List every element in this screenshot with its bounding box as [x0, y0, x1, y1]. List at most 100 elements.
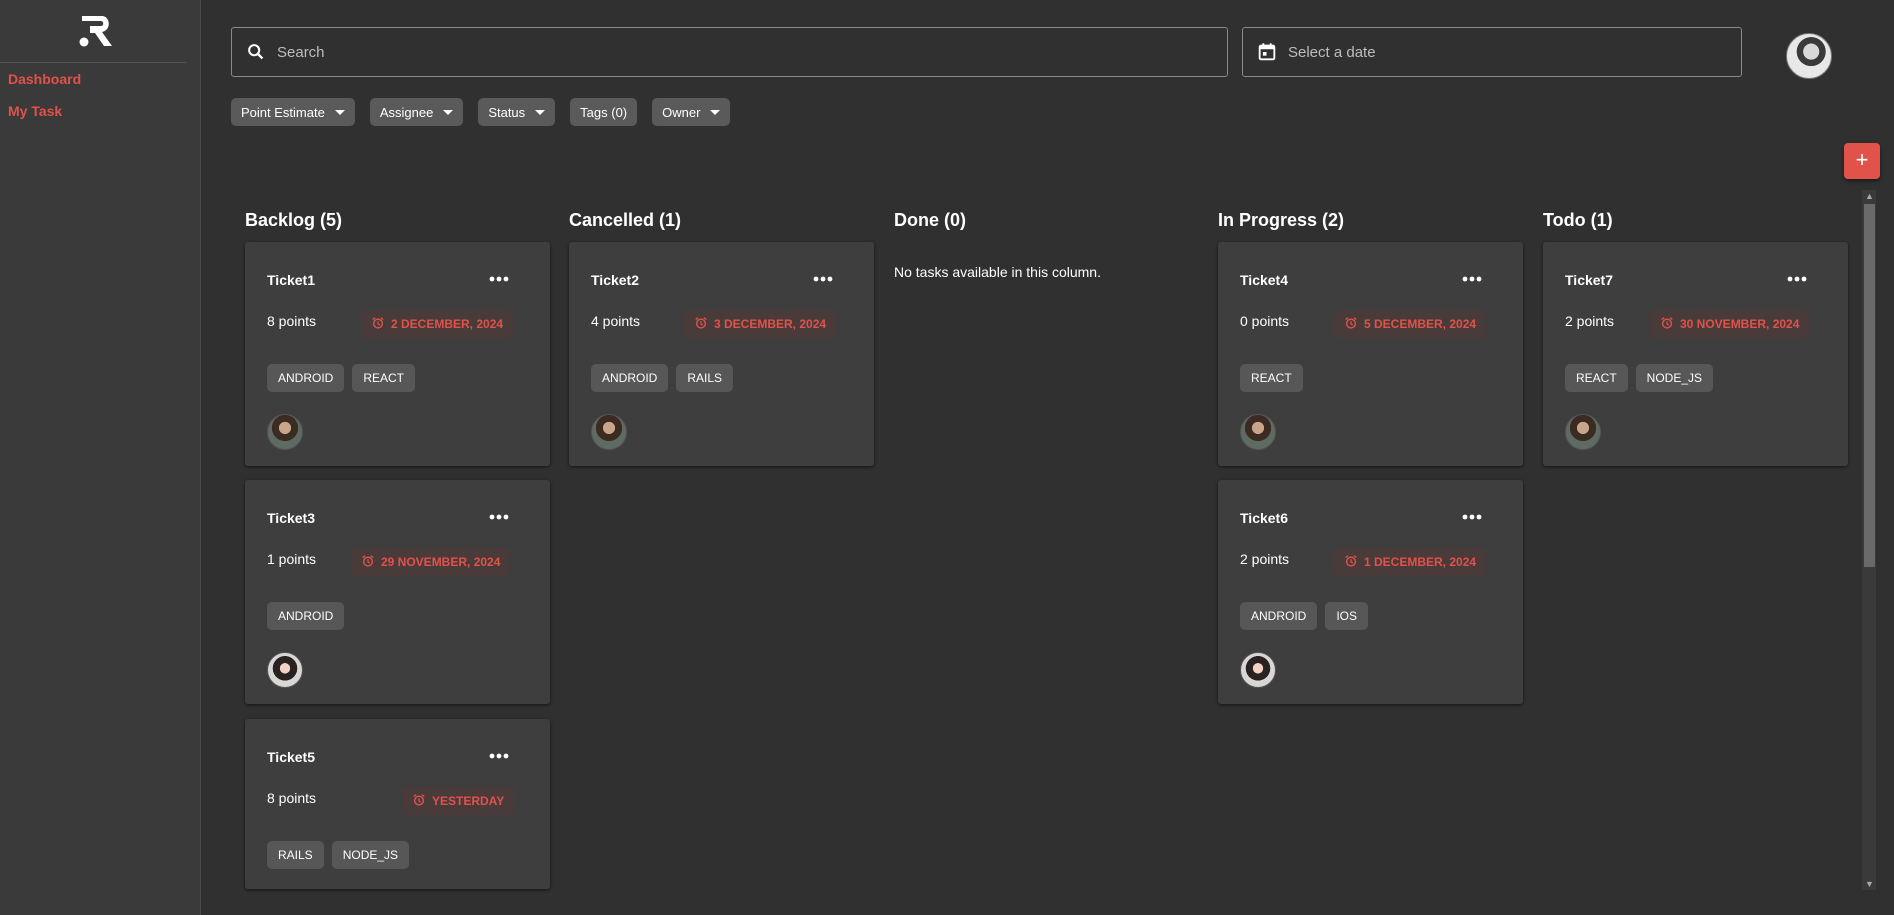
card-title: Ticket6 — [1240, 510, 1288, 526]
assignee-avatar[interactable] — [267, 414, 303, 450]
sidebar-item-dashboard[interactable]: Dashboard — [8, 71, 81, 87]
alarm-clock-icon — [1344, 316, 1358, 333]
more-options-icon[interactable] — [488, 747, 510, 759]
card-title: Ticket2 — [591, 272, 639, 288]
date-picker — [1242, 27, 1742, 77]
assignee-avatar[interactable] — [591, 414, 627, 450]
search-input[interactable] — [277, 28, 1173, 76]
card-points: 1 points — [267, 551, 317, 567]
tag-chip: ANDROID — [267, 602, 345, 630]
filter-label: Point Estimate — [241, 104, 325, 120]
more-options-icon[interactable] — [1461, 270, 1483, 282]
tag-chip: ANDROID — [267, 364, 345, 392]
tag-chip: REACT — [1565, 364, 1628, 392]
task-card[interactable]: Ticket5 8 points YESTERDAY RAILS NODE_JS — [245, 719, 550, 889]
add-task-button[interactable]: + — [1844, 143, 1880, 179]
filter-label: Status — [488, 104, 526, 120]
due-date-badge: 3 DECEMBER, 2024 — [684, 310, 837, 338]
tag-chip: NODE_JS — [1635, 364, 1714, 392]
card-tags: ANDROID IOS — [1240, 602, 1369, 630]
scroll-down-icon[interactable]: ▼ — [1865, 880, 1874, 889]
card-tags: ANDROID REACT — [267, 364, 416, 392]
more-options-icon[interactable] — [488, 270, 510, 282]
main-content: Point Estimate Assignee Status Tags (0) … — [202, 0, 1894, 915]
filter-status[interactable]: Status — [478, 98, 556, 126]
due-date-text: 29 NOVEMBER, 2024 — [381, 555, 501, 569]
app-logo-icon[interactable] — [76, 14, 114, 48]
more-options-icon[interactable] — [1461, 508, 1483, 520]
more-options-icon[interactable] — [1786, 270, 1808, 282]
card-points: 2 points — [1240, 551, 1290, 567]
card-title: Ticket1 — [267, 272, 315, 288]
filter-assignee[interactable]: Assignee — [369, 98, 464, 126]
card-points: 8 points — [267, 313, 317, 329]
due-date-text: 30 NOVEMBER, 2024 — [1680, 317, 1800, 331]
task-card[interactable]: Ticket7 2 points 30 NOVEMBER, 2024 REACT NOD… — [1543, 242, 1848, 466]
date-input[interactable] — [1288, 28, 1737, 76]
due-date-badge: 5 DECEMBER, 2024 — [1334, 310, 1487, 338]
assignee-avatar[interactable] — [1240, 414, 1276, 450]
column-title: In Progress (2) — [1218, 210, 1345, 230]
column-title: Cancelled (1) — [569, 210, 682, 230]
caret-down-icon — [710, 109, 721, 115]
alarm-clock-icon — [1660, 316, 1674, 333]
card-title: Ticket3 — [267, 510, 315, 526]
sidebar: Dashboard My Task — [0, 0, 201, 915]
card-title: Ticket5 — [267, 749, 315, 765]
card-tags: ANDROID — [267, 602, 345, 630]
filter-owner[interactable]: Owner — [652, 98, 731, 126]
due-date-text: 3 DECEMBER, 2024 — [714, 317, 827, 331]
alarm-clock-icon — [371, 316, 385, 333]
sidebar-item-my-task[interactable]: My Task — [8, 103, 62, 119]
card-points: 0 points — [1240, 313, 1290, 329]
assignee-avatar[interactable] — [1565, 414, 1601, 450]
tag-chip: RAILS — [267, 841, 324, 869]
alarm-clock-icon — [412, 793, 426, 810]
due-date-badge: 1 DECEMBER, 2024 — [1334, 548, 1487, 576]
alarm-clock-icon — [1344, 554, 1358, 571]
task-card[interactable]: Ticket2 4 points 3 DECEMBER, 2024 ANDROID RA… — [569, 242, 874, 466]
due-date-text: 1 DECEMBER, 2024 — [1364, 555, 1477, 569]
task-card[interactable]: Ticket3 1 points 29 NOVEMBER, 2024 ANDROID — [245, 480, 550, 704]
filter-bar: Point Estimate Assignee Status Tags (0) … — [231, 98, 731, 126]
due-date-text: YESTERDAY — [432, 794, 505, 808]
caret-down-icon — [535, 109, 546, 115]
card-tags: REACT NODE_JS — [1565, 364, 1714, 392]
due-date-badge: YESTERDAY — [402, 787, 515, 815]
alarm-clock-icon — [361, 554, 375, 571]
due-date-badge: 30 NOVEMBER, 2024 — [1650, 310, 1810, 338]
tag-chip: ANDROID — [591, 364, 669, 392]
card-tags: ANDROID RAILS — [591, 364, 734, 392]
assignee-avatar[interactable] — [267, 652, 303, 688]
kanban-board: Backlog (5) Ticket1 8 points 2 DECEMBER, 20… — [202, 190, 1860, 890]
due-date-text: 5 DECEMBER, 2024 — [1364, 317, 1477, 331]
card-points: 4 points — [591, 313, 641, 329]
calendar-icon — [1258, 43, 1276, 61]
card-title: Ticket4 — [1240, 272, 1288, 288]
assignee-avatar[interactable] — [1240, 652, 1276, 688]
tag-chip: RAILS — [676, 364, 734, 392]
tag-chip: NODE_JS — [331, 841, 410, 869]
card-points: 2 points — [1565, 313, 1615, 329]
filter-point-estimate[interactable]: Point Estimate — [231, 98, 355, 126]
filter-tags[interactable]: Tags (0) — [570, 98, 638, 126]
card-tags: REACT — [1240, 364, 1303, 392]
task-card[interactable]: Ticket1 8 points 2 DECEMBER, 2024 ANDROID RE… — [245, 242, 550, 466]
filter-label: Owner — [662, 104, 701, 120]
scroll-up-icon[interactable]: ▲ — [1865, 192, 1874, 201]
more-options-icon[interactable] — [488, 508, 510, 520]
column-title: Done (0) — [894, 210, 966, 230]
board-scrollbar[interactable]: ▲ ▼ — [1862, 190, 1876, 890]
user-avatar[interactable] — [1786, 33, 1832, 79]
more-options-icon[interactable] — [812, 270, 834, 282]
search-box — [231, 27, 1228, 77]
column-title: Backlog (5) — [245, 210, 343, 230]
search-icon — [248, 44, 264, 60]
filter-label: Tags (0) — [580, 104, 628, 120]
scrollbar-thumb[interactable] — [1864, 204, 1875, 567]
task-card[interactable]: Ticket4 0 points 5 DECEMBER, 2024 REACT — [1218, 242, 1523, 466]
caret-down-icon — [334, 109, 345, 115]
tag-chip: REACT — [352, 364, 416, 392]
card-points: 8 points — [267, 790, 317, 806]
task-card[interactable]: Ticket6 2 points 1 DECEMBER, 2024 ANDROID IO… — [1218, 480, 1523, 704]
